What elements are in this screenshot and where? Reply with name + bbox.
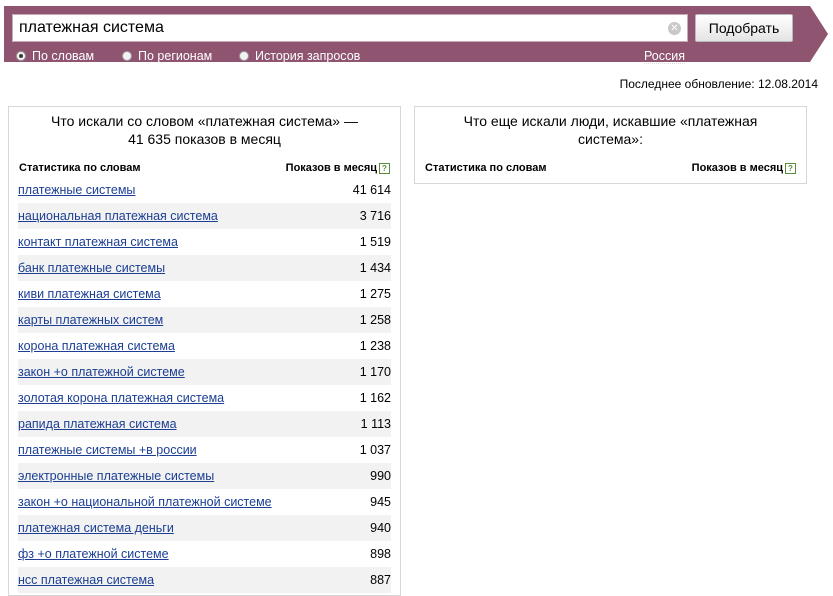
mode-label: По словам bbox=[32, 49, 95, 63]
keyword-link[interactable]: нсс платежная система bbox=[18, 567, 154, 593]
table-row: фз +о платежной системе 898 bbox=[18, 541, 391, 567]
impressions-count: 887 bbox=[370, 573, 391, 587]
impressions-count: 1 258 bbox=[359, 313, 391, 327]
column-header-keywords: Статистика по словам bbox=[19, 162, 141, 174]
column-header-keywords: Статистика по словам bbox=[425, 162, 547, 174]
table-row: платежная система деньги 940 bbox=[18, 515, 391, 541]
impressions-count: 1 519 bbox=[359, 235, 391, 249]
keyword-link[interactable]: платежная система деньги bbox=[18, 515, 174, 541]
keyword-link[interactable]: рапида платежная система bbox=[18, 411, 177, 437]
table-row: платежные системы 41 614 bbox=[18, 177, 391, 203]
column-header-impressions-label: Показов в месяц bbox=[691, 162, 783, 174]
clear-search-icon[interactable]: ✕ bbox=[668, 22, 681, 35]
keyword-link[interactable]: киви платежная система bbox=[18, 281, 161, 307]
submit-search-button[interactable]: Подобрать bbox=[695, 14, 793, 42]
impressions-count: 945 bbox=[370, 495, 391, 509]
column-header-impressions: Показов в месяц? bbox=[692, 162, 796, 174]
impressions-count: 1 275 bbox=[359, 287, 391, 301]
radio-icon[interactable] bbox=[239, 51, 249, 61]
impressions-count: 1 162 bbox=[359, 391, 391, 405]
keyword-link[interactable]: фз +о платежной системе bbox=[18, 541, 169, 567]
keyword-link[interactable]: национальная платежная система bbox=[18, 203, 218, 229]
table-header: Статистика по словам Показов в месяц? bbox=[19, 162, 390, 174]
table-row: нсс платежная система 887 bbox=[18, 567, 391, 593]
keyword-link[interactable]: закон +о платежной системе bbox=[18, 359, 185, 385]
radio-selected-icon[interactable] bbox=[16, 51, 26, 61]
keyword-link[interactable]: банк платежные системы bbox=[18, 255, 165, 281]
impressions-count: 898 bbox=[370, 547, 391, 561]
keyword-link[interactable]: контакт платежная система bbox=[18, 229, 178, 255]
impressions-count: 1 238 bbox=[359, 339, 391, 353]
region-link[interactable]: Россия bbox=[644, 49, 685, 64]
keyword-link[interactable]: карты платежных систем bbox=[18, 307, 163, 333]
table-row: карты платежных систем 1 258 bbox=[18, 307, 391, 333]
table-row: закон +о национальной платежной системе 9… bbox=[18, 489, 391, 515]
also-searched-panel: Что еще искали люди, искавшие «платежная… bbox=[414, 106, 807, 184]
panel-title: Что еще искали люди, искавшие «платежная… bbox=[463, 113, 758, 147]
impressions-count: 3 716 bbox=[359, 209, 391, 223]
keyword-link[interactable]: корона платежная система bbox=[18, 333, 175, 359]
radio-icon[interactable] bbox=[122, 51, 132, 61]
help-icon[interactable]: ? bbox=[379, 163, 390, 174]
table-row: платежные системы +в россии 1 037 bbox=[18, 437, 391, 463]
mode-query-history[interactable]: История запросов bbox=[239, 49, 360, 63]
impressions-count: 1 434 bbox=[359, 261, 391, 275]
mode-label: По регионам bbox=[138, 49, 213, 63]
panel-title: Что искали со словом «платежная система»… bbox=[51, 113, 358, 147]
impressions-count: 940 bbox=[370, 521, 391, 535]
table-row: электронные платежные системы 990 bbox=[18, 463, 391, 489]
impressions-count: 1 037 bbox=[359, 443, 391, 457]
table-row: контакт платежная система 1 519 bbox=[18, 229, 391, 255]
column-header-impressions: Показов в месяц? bbox=[286, 162, 390, 174]
last-update-text: Последнее обновление: 12.08.2014 bbox=[619, 77, 818, 91]
help-icon[interactable]: ? bbox=[785, 163, 796, 174]
table-row: банк платежные системы 1 434 bbox=[18, 255, 391, 281]
keyword-link[interactable]: закон +о национальной платежной системе bbox=[18, 489, 272, 515]
impressions-count: 1 113 bbox=[360, 417, 391, 431]
keyword-link[interactable]: электронные платежные системы bbox=[18, 463, 214, 489]
keyword-link[interactable]: платежные системы bbox=[18, 177, 135, 203]
impressions-count: 41 614 bbox=[352, 183, 391, 197]
search-input[interactable] bbox=[12, 14, 688, 42]
keyword-link[interactable]: золотая корона платежная система bbox=[18, 385, 224, 411]
table-row: киви платежная система 1 275 bbox=[18, 281, 391, 307]
keyword-table: платежные системы 41 614 национальная плат… bbox=[18, 177, 391, 593]
table-header: Статистика по словам Показов в месяц? bbox=[425, 162, 796, 174]
keyword-link[interactable]: платежные системы +в россии bbox=[18, 437, 197, 463]
table-row: корона платежная система 1 238 bbox=[18, 333, 391, 359]
impressions-count: 1 170 bbox=[359, 365, 391, 379]
search-bar: ✕ Подобрать По словам По регионам Истори… bbox=[4, 6, 810, 64]
mode-label: История запросов bbox=[255, 49, 361, 63]
table-row: золотая корона платежная система 1 162 bbox=[18, 385, 391, 411]
table-row: национальная платежная система 3 716 bbox=[18, 203, 391, 229]
table-row: закон +о платежной системе 1 170 bbox=[18, 359, 391, 385]
impressions-count: 990 bbox=[370, 469, 391, 483]
mode-by-regions[interactable]: По регионам bbox=[122, 49, 212, 63]
mode-by-words[interactable]: По словам bbox=[16, 49, 94, 63]
table-row: рапида платежная система 1 113 bbox=[18, 411, 391, 437]
column-header-impressions-label: Показов в месяц bbox=[285, 162, 377, 174]
search-bar-arrow bbox=[810, 6, 828, 62]
